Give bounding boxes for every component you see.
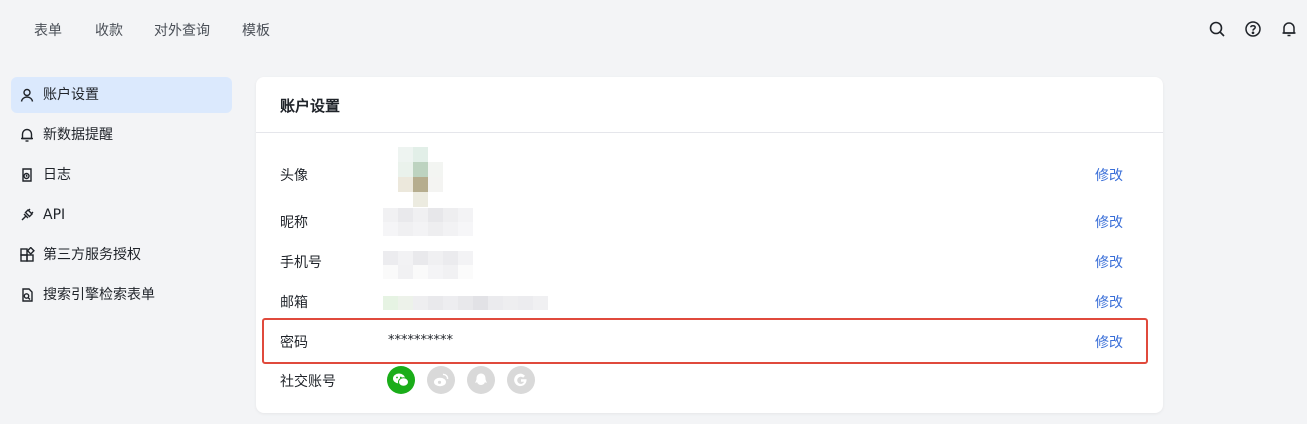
sidebar-item-label: 搜索引擎检索表单 [43, 287, 155, 303]
edit-password-button[interactable]: 修改 [1095, 332, 1123, 352]
password-row: 密码 ********** 修改 [256, 321, 1163, 361]
nickname-label: 昵称 [280, 215, 308, 231]
user-icon [19, 87, 35, 103]
edit-phone-button[interactable]: 修改 [1095, 252, 1123, 272]
plug-icon [19, 207, 35, 223]
edit-email-button[interactable]: 修改 [1095, 292, 1123, 312]
avatar-label: 头像 [280, 168, 308, 184]
sidebar-item-label: API [43, 207, 66, 223]
edit-avatar-button[interactable]: 修改 [1095, 165, 1123, 185]
wechat-icon[interactable] [387, 366, 415, 394]
sidebar-item-api[interactable]: API [11, 197, 232, 233]
password-label: 密码 [280, 335, 308, 351]
sidebar-item-label: 第三方服务授权 [43, 247, 141, 263]
password-value: ********** [388, 333, 453, 348]
tab-template[interactable]: 模板 [242, 20, 270, 40]
email-value [383, 296, 548, 310]
apps-icon [19, 247, 35, 263]
divider [256, 132, 1163, 133]
google-icon[interactable] [507, 366, 535, 394]
tab-external-query[interactable]: 对外查询 [154, 20, 210, 40]
phone-label: 手机号 [280, 255, 322, 271]
sidebar-item-search-engine-form[interactable]: 搜索引擎检索表单 [11, 277, 232, 313]
tab-payment[interactable]: 收款 [95, 20, 123, 40]
search-icon[interactable] [1208, 20, 1226, 38]
avatar-row: 头像 修改 [256, 154, 1163, 194]
sidebar-item-label: 新数据提醒 [43, 127, 113, 143]
social-accounts-label: 社交账号 [280, 374, 336, 390]
search-file-icon [19, 287, 35, 303]
sidebar-item-new-data-alert[interactable]: 新数据提醒 [11, 117, 232, 153]
sidebar-item-label: 日志 [43, 167, 71, 183]
account-settings-card: 账户设置 头像 修改 昵称 修改 手机号 修改 邮箱 修改 密码 *******… [256, 77, 1163, 413]
qq-icon[interactable] [467, 366, 495, 394]
sidebar-item-log[interactable]: 日志 [11, 157, 232, 193]
help-icon[interactable] [1244, 20, 1262, 38]
sidebar-item-account-settings[interactable]: 账户设置 [11, 77, 232, 113]
email-label: 邮箱 [280, 295, 308, 311]
avatar [398, 147, 443, 207]
page-title: 账户设置 [280, 97, 341, 115]
sidebar: 账户设置 新数据提醒 日志 API 第三方服务授权 搜索引擎检索表单 [11, 77, 232, 317]
tab-form[interactable]: 表单 [34, 20, 62, 40]
sidebar-item-third-party-auth[interactable]: 第三方服务授权 [11, 237, 232, 273]
log-icon [19, 167, 35, 183]
phone-value [383, 251, 473, 279]
edit-nickname-button[interactable]: 修改 [1095, 212, 1123, 232]
bell-icon[interactable] [1280, 20, 1298, 38]
sidebar-item-label: 账户设置 [43, 87, 99, 103]
weibo-icon[interactable] [427, 366, 455, 394]
top-navigation: 表单 收款 对外查询 模板 [0, 0, 1307, 58]
nickname-value [383, 208, 473, 236]
bell-icon [19, 127, 35, 143]
